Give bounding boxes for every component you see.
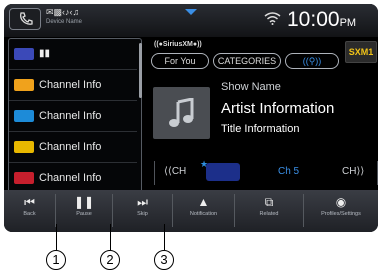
connectivity-icons: ✉▩‹♪‹♫ [46, 7, 80, 17]
list-scrollbar[interactable] [139, 43, 142, 98]
pull-down-arrow-icon[interactable] [184, 8, 198, 16]
related-label: Related [259, 211, 279, 217]
album-art [153, 87, 210, 139]
clock-time: 10:00 [287, 8, 340, 31]
clock-ampm: PM [339, 17, 357, 29]
signal-bars-icon: ▮▮ [39, 48, 51, 59]
channel-label: Channel Info [39, 110, 102, 122]
sxm-badge: SXM1 [345, 41, 377, 63]
skip-back-icon: ⏮ [24, 195, 35, 209]
phone-button[interactable] [9, 8, 41, 30]
artist-info: Artist Information [221, 100, 335, 117]
profiles-settings-label: Profiles/Settings [321, 211, 361, 217]
infotainment-screen: ✉▩‹♪‹♫ Device Name 10:00PM ▮▮ Channel In… [4, 4, 378, 232]
channel-label: Channel Info [39, 79, 102, 91]
notification-label: Notification [189, 211, 218, 217]
skip-forward-icon: ⏭ [137, 195, 148, 209]
callout-3: 3 [154, 250, 174, 270]
list-item[interactable]: Channel Info [9, 101, 137, 132]
phone-icon [20, 12, 33, 25]
music-note-icon [169, 98, 194, 127]
chevron-right-icon: ⟩⟩ [356, 166, 365, 177]
channel-up-button[interactable]: CH⟩⟩ [342, 166, 364, 177]
search-button[interactable]: ((⚲)) [285, 53, 339, 69]
related-button[interactable]: ⧉ Related [235, 194, 304, 227]
current-channel-number: Ch 5 [278, 166, 300, 177]
device-status: ✉▩‹♪‹♫ Device Name [46, 7, 82, 25]
search-icon: ((⚲)) [302, 56, 322, 66]
channel-logo-icon [14, 110, 34, 122]
list-item[interactable]: Channel Info [9, 132, 137, 163]
channel-logo-icon [14, 141, 34, 153]
tab-categories[interactable]: CATEGORIES [213, 53, 281, 69]
list-item[interactable]: ▮▮ [9, 39, 137, 70]
list-item[interactable]: Channel Info [9, 70, 137, 101]
skip-button[interactable]: ⏭ Skip [113, 194, 173, 227]
skip-label: Skip [137, 211, 148, 217]
channel-navigation: ⟨⟨CH ★ Ch 5 CH⟩⟩ [154, 159, 378, 189]
wifi-icon [264, 12, 281, 25]
callout-1: 1 [46, 250, 66, 270]
show-name: Show Name [221, 81, 281, 93]
chevron-left-icon: ⟨⟨ [164, 166, 172, 177]
status-bar: ✉▩‹♪‹♫ Device Name 10:00PM [4, 4, 378, 37]
bottom-toolbar: ⏮ Back ❚❚ Pause ⏭ Skip ▲ Notification ⧉ … [4, 190, 378, 232]
channel-logo-icon [14, 48, 34, 60]
callout-leader [164, 224, 165, 250]
current-channel-logo [206, 163, 240, 181]
pause-label: Pause [76, 211, 92, 217]
notification-icon: ▲ [197, 195, 210, 209]
channel-up-label: CH [342, 166, 357, 177]
pause-icon: ❚❚ [73, 195, 95, 209]
channel-logo-icon [14, 172, 34, 184]
related-icon: ⧉ [264, 195, 274, 209]
title-info: Title Information [221, 123, 300, 135]
siriusxm-logo: ((●SiriusXM●)) [154, 41, 202, 48]
channel-down-label: CH [171, 166, 187, 177]
tab-for-you[interactable]: For You [151, 53, 209, 69]
channel-down-button[interactable]: ⟨⟨CH [164, 166, 186, 177]
callout-2: 2 [100, 250, 120, 270]
device-name-label: Device Name [46, 19, 83, 25]
channel-label: Channel Info [39, 141, 102, 153]
pause-button[interactable]: ❚❚ Pause [56, 194, 113, 227]
callout-leader [110, 224, 111, 250]
callout-leader [56, 224, 57, 250]
profiles-settings-button[interactable]: ◉ Profiles/Settings [304, 194, 378, 227]
clock: 10:00PM [287, 8, 356, 32]
back-label: Back [23, 211, 36, 217]
channel-label: Channel Info [39, 172, 102, 184]
back-button[interactable]: ⏮ Back [4, 194, 56, 227]
profile-settings-icon: ◉ [335, 195, 347, 209]
channel-list: ▮▮ Channel Info Channel Info Channel Inf… [8, 38, 142, 193]
notification-button[interactable]: ▲ Notification [173, 194, 235, 227]
channel-logo-icon [14, 79, 34, 91]
